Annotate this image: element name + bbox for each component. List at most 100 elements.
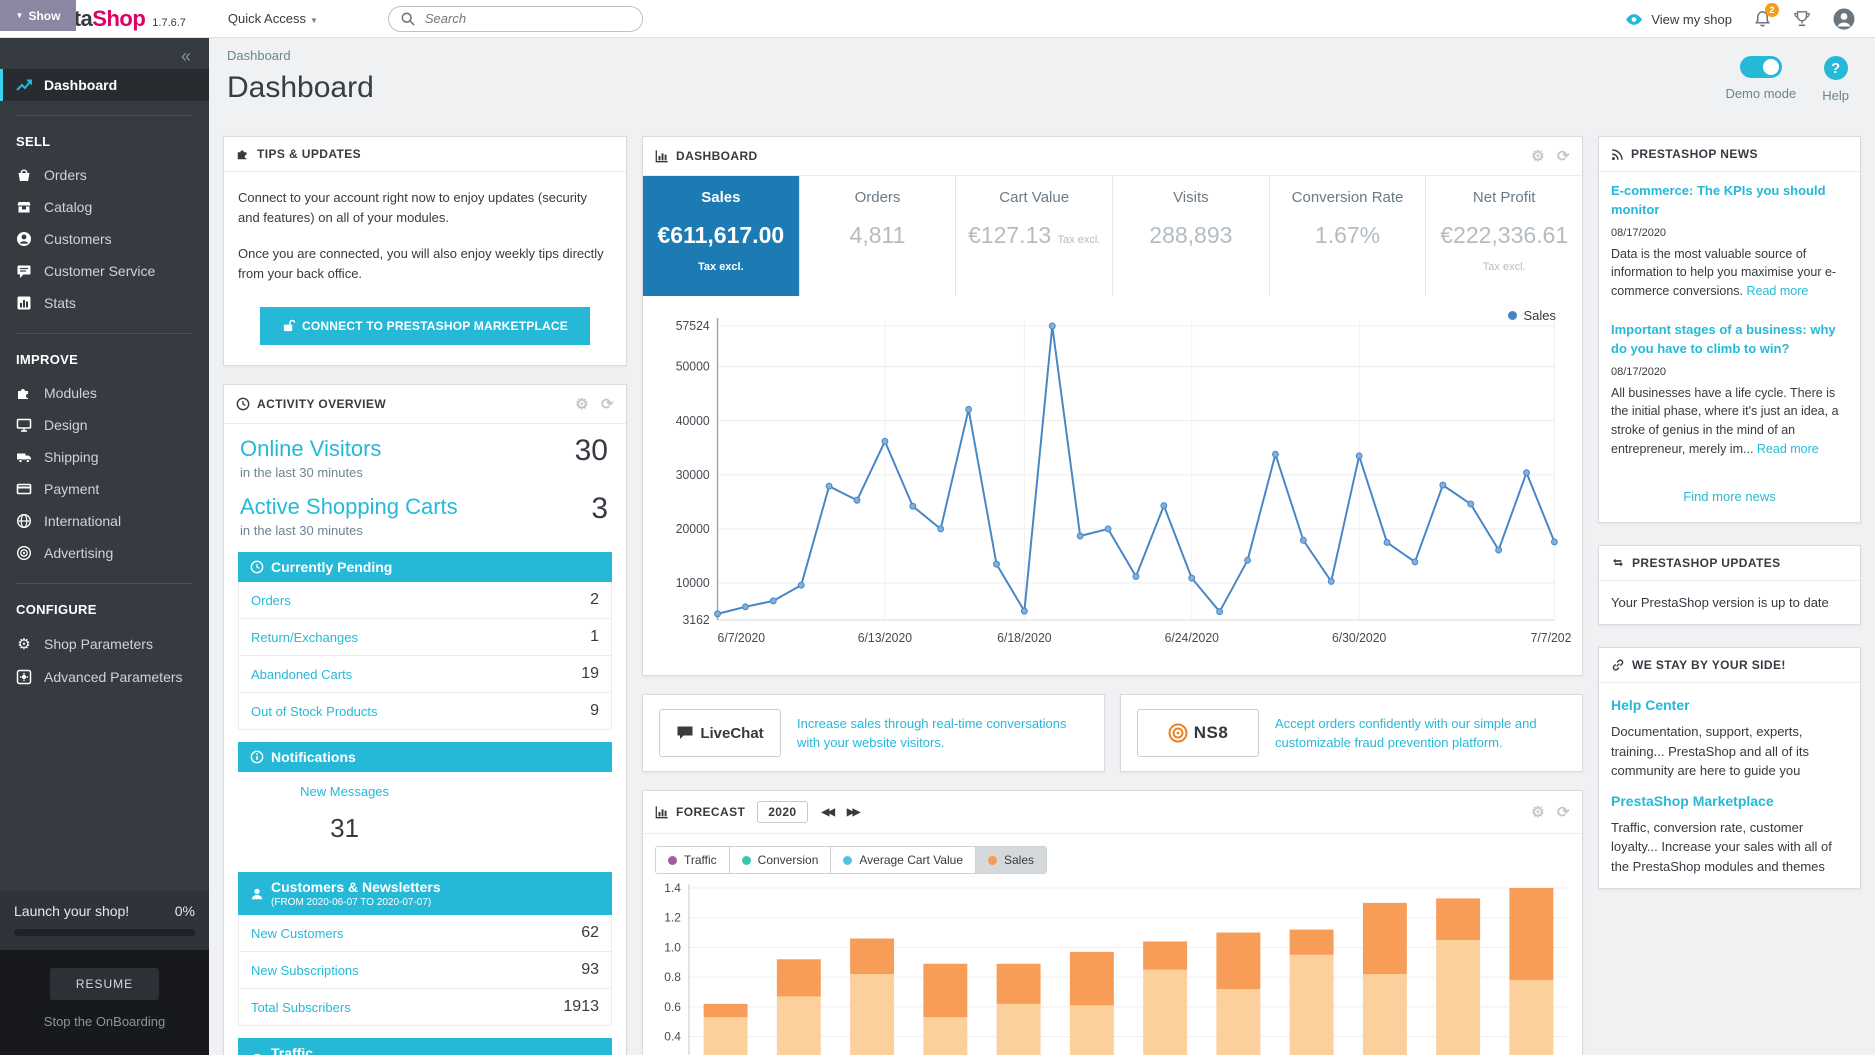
- kpi-cart-value[interactable]: Cart Value €127.13 Tax excl.: [955, 176, 1112, 296]
- sidebar-item-payment[interactable]: Payment: [0, 473, 209, 505]
- gear-icon[interactable]: ⚙: [1531, 803, 1545, 821]
- help-label: Help: [1822, 88, 1849, 103]
- page-header: Dashboard Dashboard Demo mode ? Help: [209, 38, 1875, 136]
- legend-traffic-button[interactable]: Traffic: [656, 847, 730, 873]
- sidebar-collapse-button[interactable]: «: [163, 38, 209, 69]
- kpi-conversion-rate[interactable]: Conversion Rate 1.67%: [1269, 176, 1426, 296]
- new-messages-link[interactable]: New Messages: [224, 784, 465, 799]
- online-visitors-metric: Online Visitors in the last 30 minutes 3…: [224, 424, 626, 482]
- forecast-year-selector[interactable]: 2020: [757, 801, 807, 823]
- online-visitors-link[interactable]: Online Visitors: [240, 436, 610, 462]
- kpi-sales[interactable]: Sales €611,617.00 Tax excl.: [643, 176, 799, 296]
- new-messages-count: 31: [224, 813, 465, 844]
- sidebar-item-international[interactable]: International: [0, 505, 209, 537]
- find-more-news-link[interactable]: Find more news: [1599, 473, 1860, 522]
- new-customers-link[interactable]: New Customers: [251, 926, 343, 941]
- total-subscribers-link[interactable]: Total Subscribers: [251, 1000, 351, 1015]
- speech-bubble-icon: [676, 725, 694, 741]
- kpi-orders[interactable]: Orders 4,811: [799, 176, 956, 296]
- sidebar-section-improve: IMPROVE: [0, 334, 209, 377]
- sidebar-item-customers[interactable]: Customers: [0, 223, 209, 255]
- news-article: Important stages of a business: why do y…: [1611, 321, 1848, 459]
- svg-text:0.4: 0.4: [664, 1030, 681, 1044]
- legend-conversion-button[interactable]: Conversion: [730, 847, 832, 873]
- prestashop-news-panel: PRESTASHOP NEWS E-commerce: The KPIs you…: [1598, 136, 1861, 523]
- new-subscriptions-link[interactable]: New Subscriptions: [251, 963, 359, 978]
- kpi-net-profit[interactable]: Net Profit €222,336.61 Tax excl.: [1425, 176, 1582, 296]
- svg-text:57524: 57524: [676, 319, 710, 333]
- svg-text:0.6: 0.6: [664, 1000, 681, 1014]
- sidebar-item-modules[interactable]: Modules: [0, 377, 209, 409]
- refresh-icon[interactable]: ⟳: [601, 395, 614, 413]
- notifications-button[interactable]: 2: [1754, 10, 1771, 28]
- logo-shop-text: Shop: [92, 6, 145, 31]
- refresh-icon[interactable]: ⟳: [1557, 147, 1570, 165]
- sidebar-item-customer-service[interactable]: Customer Service: [0, 255, 209, 287]
- sidebar-item-orders[interactable]: Orders: [0, 159, 209, 191]
- connect-marketplace-button[interactable]: CONNECT TO PRESTASHOP MARKETPLACE: [260, 307, 589, 346]
- info-icon: [250, 750, 264, 764]
- customers-newsletters-header: Customers & Newsletters (FROM 2020-06-07…: [238, 872, 612, 915]
- view-my-shop-label: View my shop: [1651, 12, 1732, 27]
- read-more-link[interactable]: Read more: [1757, 442, 1819, 456]
- resume-button[interactable]: RESUME: [50, 968, 159, 1000]
- sidebar-item-catalog[interactable]: Catalog: [0, 191, 209, 223]
- top-bar: PrestaShop 1.7.6.7 Quick Access▼ View my…: [0, 0, 1875, 38]
- sidebar-item-design[interactable]: Design: [0, 409, 209, 441]
- sidebar-item-stats[interactable]: Stats: [0, 287, 209, 319]
- activity-overview-panel: ACTIVITY OVERVIEW ⚙ ⟳ Online Visitors in…: [223, 384, 627, 1055]
- active-carts-link[interactable]: Active Shopping Carts: [240, 494, 610, 520]
- help-button[interactable]: ?: [1824, 56, 1848, 80]
- sidebar-item-advanced-parameters[interactable]: Advanced Parameters: [0, 661, 209, 693]
- prestashop-backoffice: PrestaShop 1.7.6.7 Quick Access▼ View my…: [0, 0, 1875, 1055]
- pending-returns-link[interactable]: Return/Exchanges: [251, 630, 358, 645]
- livechat-banner[interactable]: LiveChat Increase sales through real-tim…: [642, 694, 1105, 772]
- rss-icon: [1611, 148, 1624, 161]
- search-input[interactable]: [425, 11, 630, 26]
- sidebar-item-shipping[interactable]: Shipping: [0, 441, 209, 473]
- account-menu-button[interactable]: [1833, 8, 1855, 30]
- table-row: Abandoned Carts 19: [239, 656, 611, 693]
- stop-onboarding-link[interactable]: Stop the OnBoarding: [0, 1014, 209, 1029]
- gear-icon[interactable]: ⚙: [575, 395, 589, 413]
- target-rings-icon: [1168, 723, 1188, 743]
- refresh-icon[interactable]: ⟳: [1557, 803, 1570, 821]
- onboarding-progress-bar: [14, 929, 195, 936]
- help-center-link[interactable]: Help Center: [1611, 695, 1848, 716]
- previous-period-button[interactable]: ◀◀: [822, 807, 833, 818]
- kpi-visits[interactable]: Visits 288,893: [1112, 176, 1269, 296]
- next-period-button[interactable]: ▶▶: [847, 807, 858, 818]
- show-onboarding-button[interactable]: ▼ Show: [0, 0, 76, 31]
- svg-text:6/30/2020: 6/30/2020: [1332, 631, 1386, 645]
- table-row: Return/Exchanges 1: [239, 619, 611, 656]
- gear-icon[interactable]: ⚙: [1531, 147, 1545, 165]
- svg-text:7/7/2020: 7/7/2020: [1531, 631, 1572, 645]
- svg-text:50000: 50000: [676, 360, 710, 374]
- advanced-gear-icon: [16, 669, 32, 685]
- marketplace-link[interactable]: PrestaShop Marketplace: [1611, 791, 1848, 812]
- news-article-link[interactable]: E-commerce: The KPIs you should monitor: [1611, 182, 1848, 220]
- read-more-link[interactable]: Read more: [1746, 284, 1808, 298]
- sidebar-item-dashboard[interactable]: Dashboard: [0, 69, 209, 101]
- search-box[interactable]: [388, 6, 643, 32]
- legend-sales-button[interactable]: Sales: [976, 847, 1046, 873]
- quick-access-menu[interactable]: Quick Access▼: [228, 11, 318, 26]
- ns8-banner[interactable]: NS8 Accept orders confidently with our s…: [1120, 694, 1583, 772]
- legend-dot: [843, 856, 852, 865]
- out-of-stock-link[interactable]: Out of Stock Products: [251, 704, 377, 719]
- truck-icon: [16, 449, 32, 465]
- legend-average-cart-value-button[interactable]: Average Cart Value: [831, 847, 976, 873]
- tips-updates-panel: TIPS & UPDATES Connect to your account r…: [223, 136, 627, 366]
- demo-mode-toggle[interactable]: [1740, 56, 1782, 78]
- news-article-link[interactable]: Important stages of a business: why do y…: [1611, 321, 1848, 359]
- pending-orders-link[interactable]: Orders: [251, 593, 291, 608]
- customers-date-range: (FROM 2020-06-07 TO 2020-07-07): [271, 897, 441, 908]
- sidebar-item-shop-parameters[interactable]: ⚙ Shop Parameters: [0, 627, 209, 661]
- sidebar-item-advertising[interactable]: Advertising: [0, 537, 209, 569]
- view-my-shop-link[interactable]: View my shop: [1625, 12, 1732, 27]
- table-row: New Subscriptions 93: [239, 952, 611, 989]
- abandoned-carts-link[interactable]: Abandoned Carts: [251, 667, 352, 682]
- traffic-header: Traffic (FROM 2020-06-07 TO 2020-07-07): [238, 1038, 612, 1055]
- achievements-button[interactable]: [1793, 10, 1811, 28]
- online-visitors-value: 30: [575, 434, 608, 468]
